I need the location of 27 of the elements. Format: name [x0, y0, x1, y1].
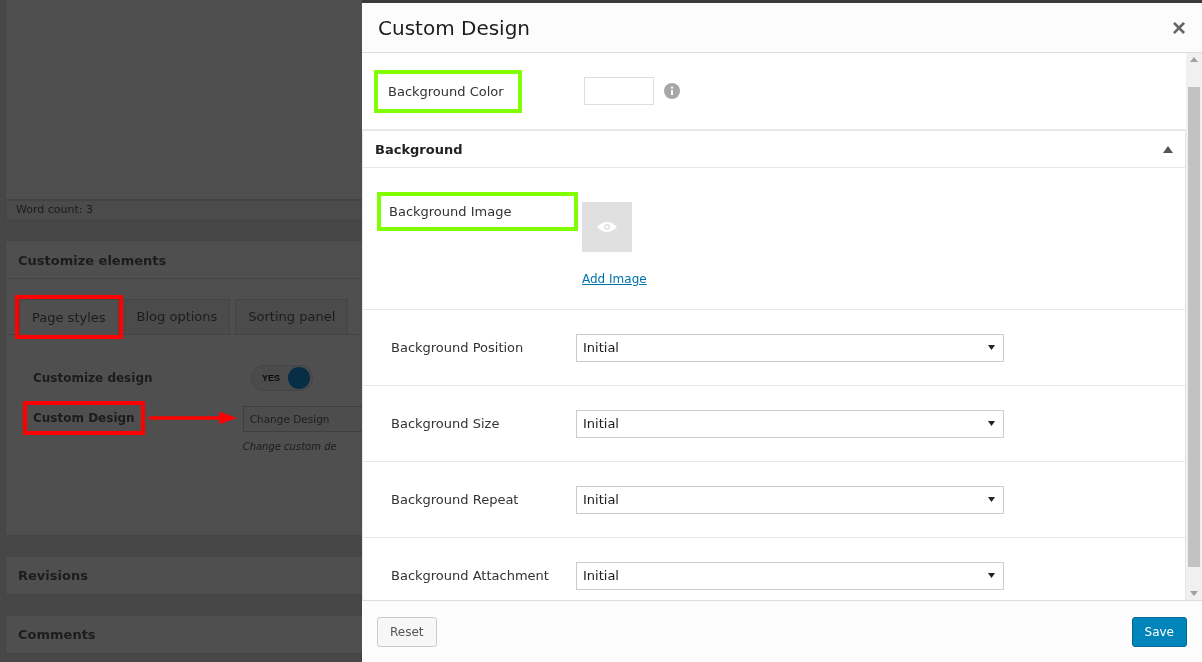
collapse-caret-icon — [1163, 145, 1173, 153]
scroll-down-icon[interactable] — [1190, 591, 1198, 596]
add-image-link[interactable]: Add Image — [582, 272, 647, 286]
modal-title: Custom Design — [378, 15, 531, 40]
save-button[interactable]: Save — [1131, 616, 1187, 647]
field-label: Background Repeat — [390, 491, 520, 509]
color-input[interactable] — [584, 77, 654, 105]
select-dropdown[interactable]: Initial — [576, 409, 1004, 438]
dropdown-caret-icon — [988, 421, 995, 426]
select-dropdown[interactable]: Initial — [576, 485, 1004, 514]
eye-icon — [597, 221, 617, 233]
select-dropdown[interactable]: Initial — [576, 561, 1004, 590]
scrollbar[interactable] — [1186, 53, 1202, 600]
select-dropdown[interactable]: Initial — [576, 333, 1004, 362]
dropdown-caret-icon — [988, 497, 995, 502]
section-header[interactable]: Background — [363, 131, 1185, 168]
field-label: Background Attachment — [390, 567, 550, 585]
field-label: Background Size — [390, 415, 501, 433]
info-icon — [664, 83, 680, 99]
reset-button[interactable]: Reset — [377, 616, 437, 647]
section-title: Background — [375, 141, 463, 157]
field-label: Background Position — [390, 339, 525, 357]
dropdown-caret-icon — [988, 573, 995, 578]
image-placeholder[interactable] — [582, 202, 632, 252]
scroll-up-icon[interactable] — [1190, 57, 1198, 62]
dropdown-caret-icon — [988, 345, 995, 350]
close-button[interactable]: × — [1170, 15, 1188, 40]
